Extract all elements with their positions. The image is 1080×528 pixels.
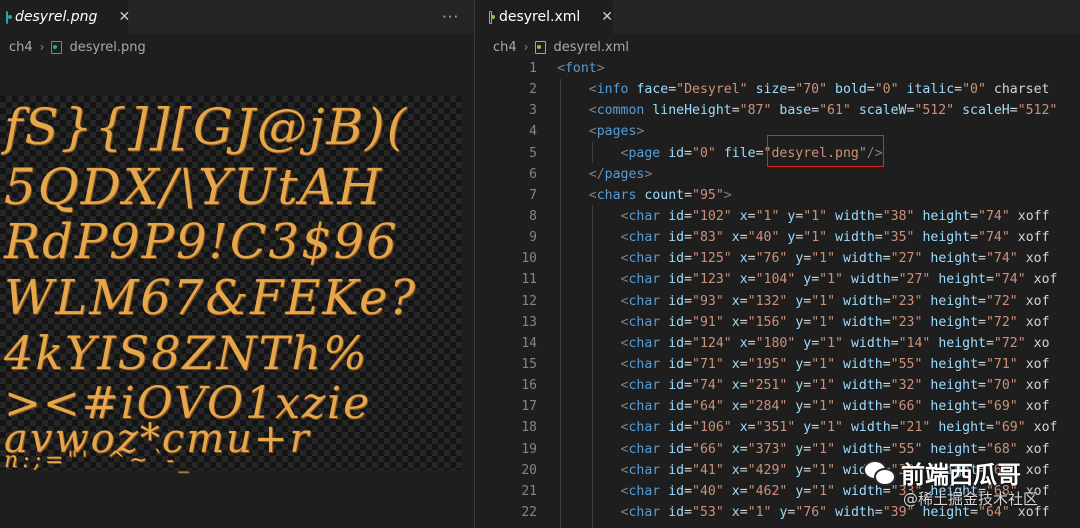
atlas-row: WLM67&FEKe? [4, 270, 418, 326]
ellipsis-icon[interactable]: ··· [442, 8, 459, 26]
line-number: 5 [529, 145, 537, 161]
code-line[interactable]: <char id="125" x="76" y="1" width="27" h… [557, 248, 1080, 269]
chevron-right-icon: › [39, 40, 45, 54]
close-icon[interactable]: ✕ [601, 9, 613, 25]
code-line[interactable]: <char id="123" x="104" y="1" width="27" … [557, 269, 1080, 290]
breadcrumb-folder[interactable]: ch4 [9, 40, 33, 55]
line-number: 22 [521, 504, 537, 520]
tab-label: desyrel.png [15, 9, 98, 25]
font-atlas-image: fS}{]][GJ@jB)( 5QDX/\YUtAH RdP9P9!C3$96 … [0, 96, 462, 473]
code-line[interactable]: <char id="64" x="284" y="1" width="66" h… [557, 396, 1080, 417]
line-number: 15 [521, 356, 537, 372]
line-number: 9 [529, 230, 537, 246]
atlas-row: fS}{]][GJ@jB)( [4, 98, 409, 156]
line-number: 21 [521, 483, 537, 499]
code-line[interactable]: <common lineHeight="87" base="61" scaleW… [557, 100, 1080, 121]
atlas-row: 5QDX/\YUtAH [4, 158, 384, 216]
line-number: 12 [521, 293, 537, 309]
code-area[interactable]: <font> <info face="Desyrel" size="70" bo… [557, 58, 1080, 523]
watermark: 前端西瓜哥 [863, 455, 1021, 490]
line-number: 2 [529, 82, 537, 98]
line-number: 14 [521, 335, 537, 351]
image-file-icon [51, 40, 63, 54]
atlas-row: 4kYIS8ZNTh% [4, 326, 369, 380]
tab-desyrel-png[interactable]: desyrel.png ✕ [0, 0, 130, 34]
line-number: 3 [529, 103, 537, 119]
code-line[interactable]: <char id="102" x="1" y="1" width="38" he… [557, 206, 1080, 227]
image-preview-pane: desyrel.png ✕ ··· ch4 › desyrel.png fS}{… [0, 0, 474, 528]
line-number-gutter: 1 2 3 4 5 6 7 8 9 10 11 12 13 14 15 16 17 18 19 20 21 22 [475, 58, 537, 523]
line-number: 8 [529, 208, 537, 224]
line-number: 16 [521, 378, 537, 394]
code-line[interactable]: <char id="124" x="180" y="1" width="14" … [557, 333, 1080, 354]
line-number: 1 [529, 61, 537, 76]
line-number: 13 [521, 314, 537, 330]
code-line[interactable]: <chars count="95"> [557, 185, 1080, 206]
line-number: 18 [521, 420, 537, 436]
chevron-right-icon: › [523, 40, 529, 54]
line-number: 7 [529, 187, 537, 203]
line-number: 6 [529, 166, 537, 182]
xml-file-icon [489, 10, 495, 24]
tab-label: desyrel.xml [498, 9, 581, 25]
breadcrumb: ch4 › desyrel.xml [493, 36, 629, 58]
breadcrumb-file[interactable]: desyrel.xml [553, 40, 629, 55]
line-number: 17 [521, 399, 537, 415]
breadcrumb-file[interactable]: desyrel.png [69, 40, 145, 55]
code-line[interactable]: <char id="74" x="251" y="1" width="32" h… [557, 375, 1080, 396]
code-line[interactable]: <char id="83" x="40" y="1" width="35" he… [557, 227, 1080, 248]
watermark-title: 前端西瓜哥 [901, 461, 1021, 489]
code-editor-pane: desyrel.xml ✕ ch4 › desyrel.xml 12345678… [475, 0, 1080, 528]
xml-file-icon [535, 40, 547, 54]
line-number: 11 [521, 272, 537, 288]
close-icon[interactable]: ✕ [118, 9, 130, 25]
breadcrumb: ch4 › desyrel.png [9, 36, 146, 58]
breadcrumb-folder[interactable]: ch4 [493, 40, 517, 55]
right-tab-bar: desyrel.xml ✕ [475, 0, 1080, 34]
wechat-icon [863, 459, 896, 486]
line-number: 4 [529, 124, 537, 140]
code-line[interactable]: <char id="106" x="351" y="1" width="21" … [557, 417, 1080, 438]
code-line[interactable]: <info face="Desyrel" size="70" bold="0" … [557, 79, 1080, 100]
watermark-subtitle: @稀土掘金技术社区 [903, 490, 1039, 508]
code-line[interactable]: <char id="71" x="195" y="1" width="55" h… [557, 354, 1080, 375]
tab-desyrel-xml[interactable]: desyrel.xml ✕ [475, 0, 613, 34]
atlas-row: RdP9P9!C3$96 [4, 214, 399, 270]
image-file-icon [6, 10, 12, 24]
line-number: 10 [521, 251, 537, 267]
code-line[interactable]: <char id="93" x="132" y="1" width="23" h… [557, 291, 1080, 312]
code-line[interactable]: <char id="91" x="156" y="1" width="23" h… [557, 312, 1080, 333]
atlas-row: n:;="'`^~`-_ [4, 448, 193, 473]
line-number: 19 [521, 441, 537, 457]
highlight-box [767, 135, 884, 167]
left-tab-bar: desyrel.png ✕ ··· [0, 0, 474, 34]
line-number: 20 [521, 462, 537, 478]
code-line[interactable]: <font> [557, 58, 1080, 79]
